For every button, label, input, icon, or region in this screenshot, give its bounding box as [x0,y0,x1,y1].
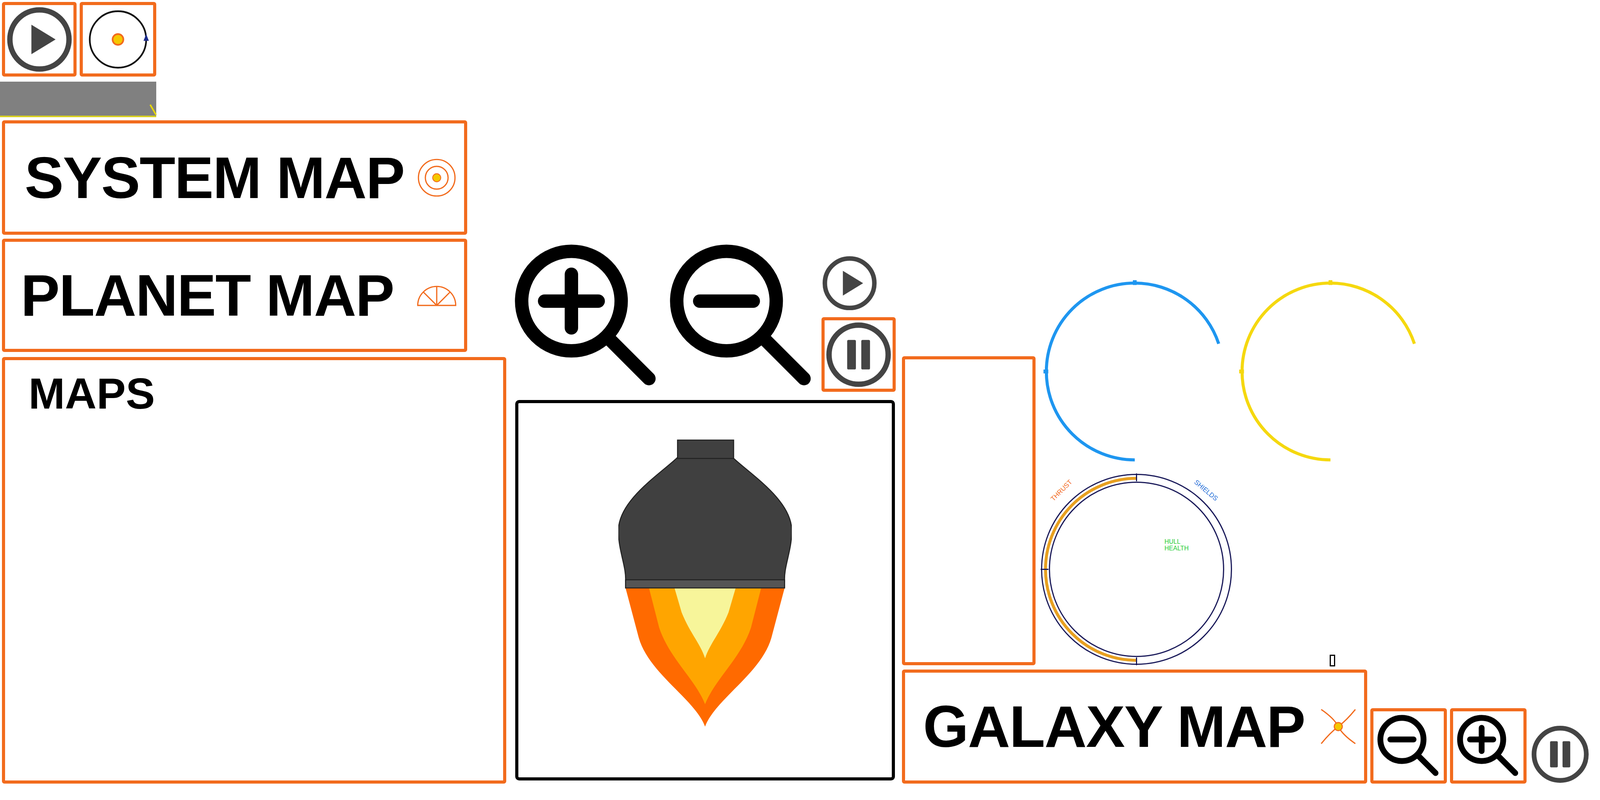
play-icon [5,5,74,74]
orbit-icon [84,5,152,74]
zoom-in-icon[interactable] [510,239,664,393]
pause-button[interactable] [821,317,896,392]
play-button[interactable] [1,1,77,77]
bar-marker [149,104,157,116]
system-icon [416,157,458,199]
planet-map-button[interactable]: PLANET MAP [1,238,468,352]
galaxy-map-button[interactable]: GALAXY MAP [901,669,1368,784]
maps-title: MAPS [28,369,156,418]
status-gauge: THRUST SHIELDS HULL HEALTH [1038,471,1235,668]
orbit-button[interactable] [79,1,157,77]
arc-fill [1242,283,1420,461]
galaxy-icon [1317,706,1359,747]
arc-fill [1046,283,1224,461]
maps-panel: MAPS [1,357,507,784]
arc-tick [1328,280,1333,285]
arc-tick [1043,369,1049,374]
bar-edge [0,115,157,118]
gray-bar [0,81,157,118]
zoom-out-icon [1375,712,1442,780]
system-map-button[interactable]: SYSTEM MAP [1,120,468,235]
arc-meter [1038,275,1231,468]
galaxy-map-label: GALAXY MAP [923,697,1305,756]
zoom-out-button[interactable] [1370,708,1447,784]
gauge-ring-icon [1038,471,1235,668]
rocket-panel [515,400,895,781]
zoom-in-button[interactable] [1450,708,1527,784]
zoom-in-icon [1455,712,1522,780]
pause-icon [825,321,893,389]
pause-icon[interactable] [1530,724,1590,784]
shields-label: SHIELDS [1192,478,1220,503]
planet-icon [416,283,458,308]
sprite-sheet: SYSTEM MAP PLANET MAP MAPS [0,0,1600,800]
planet-map-label: PLANET MAP [20,266,394,325]
system-map-label: SYSTEM MAP [24,148,405,208]
small-marker [1329,654,1336,667]
thrust-label: THRUST [1049,478,1074,503]
play-icon[interactable] [821,255,878,312]
rocket-icon [618,439,792,730]
hull-label: HULL HEALTH [1164,538,1189,552]
arc-meter [1234,275,1427,468]
arc-tick [1132,280,1137,285]
arc-tick [1239,369,1244,374]
zoom-out-icon[interactable] [665,239,819,393]
thrust-fill [1045,478,1228,661]
empty-slot [901,356,1036,666]
